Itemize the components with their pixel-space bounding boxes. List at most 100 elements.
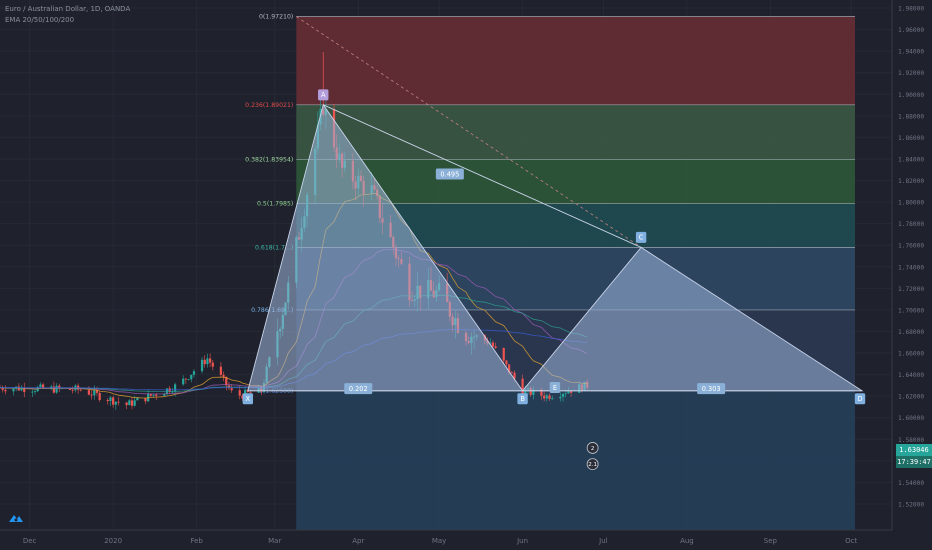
candle-body: [182, 378, 185, 385]
candle-body: [155, 394, 158, 396]
candle-body: [128, 400, 131, 406]
pattern-point-label-text: B: [520, 395, 525, 403]
price-tick-label: 1.66000: [898, 351, 924, 358]
candle-body: [12, 388, 15, 392]
candle-body: [109, 397, 112, 402]
price-tick-label: 1.96000: [898, 27, 924, 34]
candle-body: [90, 394, 93, 396]
time-tick-label: Mar: [268, 537, 281, 545]
candle-body: [521, 378, 524, 395]
time-tick-label: Apr: [352, 537, 364, 545]
time-tick-label: Feb: [190, 537, 203, 545]
candle-body: [203, 359, 206, 365]
time-axis[interactable]: Dec 2020 Feb Mar Apr May Jun Jul Aug Sep Oct: [0, 529, 892, 545]
price-tick-label: 1.94000: [898, 49, 924, 56]
candle-body: [545, 395, 548, 399]
price-tick-label: 1.62000: [898, 394, 924, 401]
candle-body: [559, 396, 562, 399]
candle-body: [33, 391, 37, 392]
pattern-marker-label-text: E: [553, 384, 557, 392]
candle-body: [505, 360, 508, 365]
price-tick-label: 1.86000: [898, 135, 924, 142]
pattern-point-label-text: D: [857, 395, 862, 403]
fib-level-label: 0.382(1.83954): [245, 156, 293, 163]
pattern-point-label-text: C: [639, 234, 644, 242]
pattern-ratio-label-text: 0.303: [702, 385, 721, 393]
pattern-ratio-label-text: 0.495: [440, 170, 459, 178]
candle-body: [39, 384, 42, 388]
fib-level-label: 0.236(1.89021): [245, 102, 293, 109]
price-tick-label: 1.60000: [898, 415, 924, 422]
candle-body: [219, 366, 222, 375]
fib-zone: [296, 104, 855, 160]
tradingview-logo-icon[interactable]: [8, 512, 24, 524]
candle-body: [548, 395, 551, 399]
candle-body: [93, 390, 96, 396]
time-tick-label: 2020: [104, 537, 122, 545]
candle-body: [249, 391, 252, 393]
price-tick-label: 1.84000: [898, 156, 924, 163]
price-tick-label: 1.64000: [898, 372, 924, 379]
candle-body: [564, 393, 567, 395]
indicator-title: EMA 20/50/100/200: [5, 16, 75, 24]
price-tick-label: 1.78000: [898, 221, 924, 228]
event-badge-text: 2: [591, 446, 595, 452]
candle-body: [209, 358, 212, 363]
candle-body: [502, 347, 505, 361]
price-tick-label: 1.92000: [898, 70, 924, 77]
time-tick-label: Jul: [598, 537, 608, 545]
price-tick-label: 1.52000: [898, 502, 924, 509]
fib-zone-extension: [296, 390, 855, 530]
pattern-point-label-text: A: [321, 91, 326, 99]
price-tick-label: 1.98000: [898, 6, 924, 13]
candle-body: [222, 374, 225, 377]
candle-body: [173, 384, 177, 392]
candle-body: [567, 391, 570, 394]
last-price-badge: 1.63046: [896, 444, 932, 456]
candle-body: [87, 390, 90, 395]
price-tick-label: 1.72000: [898, 286, 924, 293]
candle-body: [569, 391, 573, 393]
candle-body: [230, 388, 233, 391]
price-tick-label: 1.90000: [898, 92, 924, 99]
candle-body: [238, 390, 241, 396]
candle-body: [136, 397, 139, 401]
time-tick-label: Sep: [764, 537, 778, 545]
candle-body: [551, 398, 554, 400]
candle-body: [55, 385, 58, 393]
candle-body: [4, 389, 7, 392]
candle-body: [112, 397, 115, 405]
candle-body: [190, 374, 193, 380]
candle-body: [510, 372, 513, 374]
time-tick-label: Dec: [23, 537, 37, 545]
candle-body: [165, 388, 169, 394]
price-tick-label: 1.70000: [898, 307, 924, 314]
fib-zone: [296, 16, 855, 105]
candle-body: [130, 400, 134, 406]
candle-body: [98, 392, 101, 401]
pattern-ratio-label-text: 0.202: [349, 385, 368, 393]
candle-body: [117, 401, 120, 403]
candle-body: [184, 378, 187, 380]
chart-header: Euro / Australian Dollar, 1D, OANDA EMA …: [5, 4, 130, 26]
price-tick-label: 1.76000: [898, 243, 924, 250]
time-tick-label: Jun: [516, 537, 528, 545]
candle-body: [206, 358, 209, 365]
candle-body: [114, 401, 117, 405]
candle-body: [192, 371, 196, 375]
symbol-title: Euro / Australian Dollar, 1D, OANDA: [5, 5, 131, 13]
time-tick-label: Aug: [680, 537, 694, 545]
candle-body: [71, 389, 74, 391]
fib-level-label: 0(1.97210): [259, 14, 293, 21]
time-tick-label: May: [432, 537, 446, 545]
countdown-badge: 17:39:47: [896, 456, 932, 468]
candle-body: [200, 359, 204, 372]
price-tick-label: 1.88000: [898, 113, 924, 120]
candle-body: [211, 362, 214, 367]
time-tick-label: Oct: [845, 537, 857, 545]
pattern-point-label-text: X: [246, 395, 251, 403]
candle-body: [79, 389, 82, 391]
chart-root: { "header": { "symbol_line": "Euro / Aus…: [0, 0, 932, 550]
price-chart[interactable]: 0(1.97210) 0.236(1.89021) 0.382(1.83954) 0.…: [0, 0, 932, 550]
candle-body: [187, 379, 190, 380]
